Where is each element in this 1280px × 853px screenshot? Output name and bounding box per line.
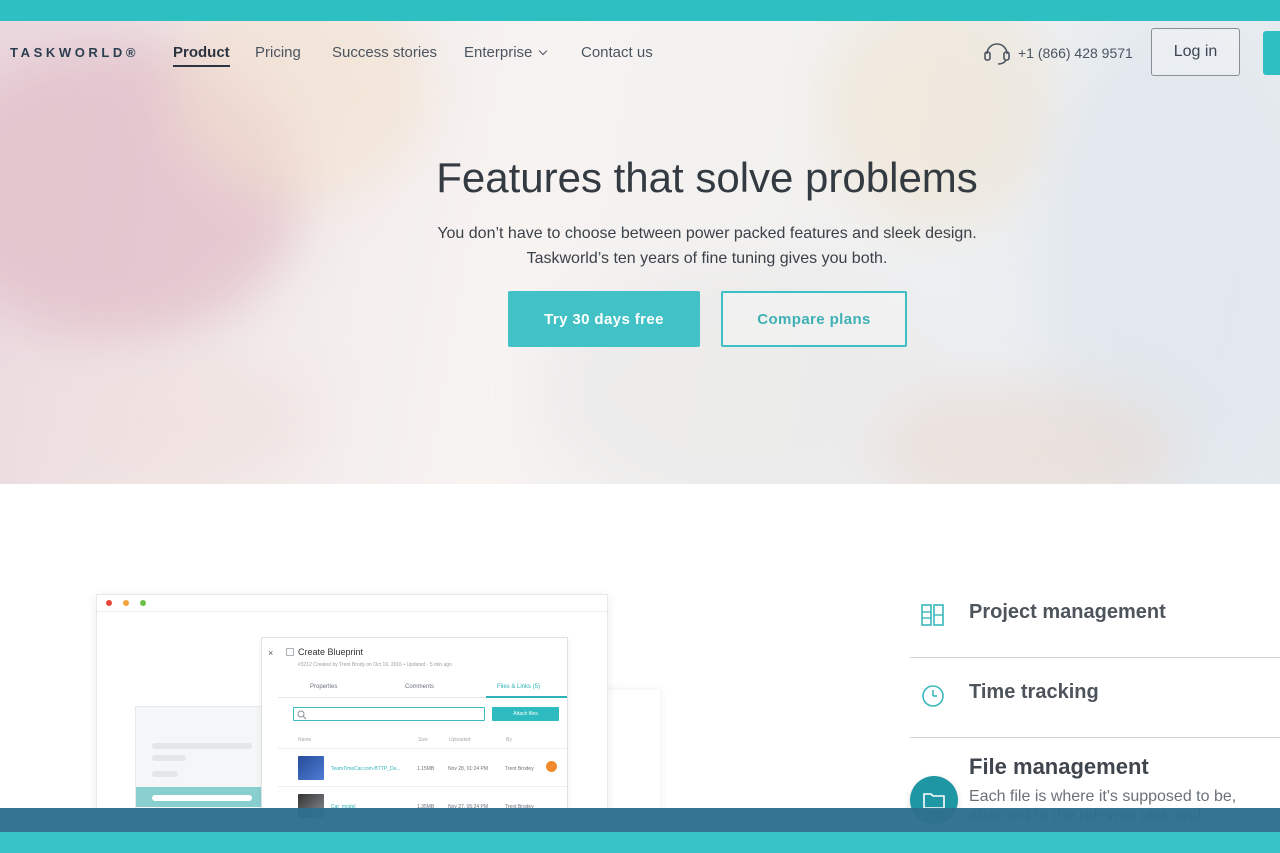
nav-item-pricing[interactable]: Pricing bbox=[255, 44, 301, 61]
hero-subtitle-line-2: Taskworld’s ten years of fine tuning giv… bbox=[526, 250, 888, 267]
headset-icon bbox=[984, 43, 1010, 65]
phone-contact[interactable]: +1 (866) 428 9571 bbox=[982, 40, 1133, 66]
nav-item-enterprise-label: Enterprise bbox=[464, 44, 533, 61]
board-icon bbox=[921, 604, 944, 626]
file-uploaded: Nov 28, 01:24 PM bbox=[448, 766, 489, 772]
phone-number: +1 (866) 428 9571 bbox=[1018, 45, 1133, 61]
mock-search-input bbox=[293, 707, 485, 721]
close-dot-icon bbox=[106, 600, 112, 606]
mock-tab-properties: Properties bbox=[310, 684, 338, 690]
hero-subtitle: You don’t have to choose between power p… bbox=[0, 221, 1280, 271]
mock-back-card bbox=[600, 690, 660, 820]
edit-badge-icon bbox=[546, 761, 557, 772]
mock-tab-files: Files & Links (5) bbox=[497, 684, 541, 690]
feature-divider bbox=[910, 737, 1280, 738]
clock-icon bbox=[922, 685, 944, 707]
close-icon: × bbox=[268, 648, 274, 658]
taskworld-logo[interactable]: TASKWORLD® bbox=[10, 45, 139, 60]
nav-item-contact-us[interactable]: Contact us bbox=[581, 44, 653, 61]
mock-task-title: Create Blueprint bbox=[298, 647, 364, 657]
hero-section: TASKWORLD® Product Pricing Success stori… bbox=[0, 21, 1280, 484]
task-checkbox bbox=[286, 648, 294, 656]
search-icon bbox=[297, 710, 307, 720]
file-name: TeamTimeCar.com-BTTP_De... bbox=[331, 766, 401, 772]
col-name: Name bbox=[298, 737, 312, 743]
mock-tabs: Properties Comments Files & Links (5) bbox=[278, 678, 567, 698]
try-free-button[interactable]: Try 30 days free bbox=[508, 291, 700, 347]
feature-file-management[interactable]: File management bbox=[969, 754, 1149, 780]
col-uploaded: Uploaded bbox=[449, 737, 471, 743]
col-size: Size bbox=[418, 737, 428, 743]
nav-item-product[interactable]: Product bbox=[173, 44, 230, 67]
nav-item-success-stories[interactable]: Success stories bbox=[332, 44, 437, 61]
maximize-dot-icon bbox=[140, 600, 146, 606]
file-thumbnail bbox=[298, 756, 324, 780]
folder-icon bbox=[923, 793, 945, 809]
mock-task-meta: #3212 Created by Trent Brody on Oct 19, … bbox=[298, 662, 452, 668]
mock-task-panel: × Create Blueprint #3212 Created by Tren… bbox=[261, 637, 568, 837]
hero-title: Features that solve problems bbox=[436, 154, 978, 201]
compare-plans-button[interactable]: Compare plans bbox=[721, 291, 907, 347]
top-accent-strip bbox=[0, 0, 1280, 21]
bottom-overlay-band bbox=[0, 808, 1280, 832]
mock-tab-comments: Comments bbox=[405, 684, 435, 690]
signup-button-partial[interactable] bbox=[1263, 31, 1280, 75]
nav-item-enterprise[interactable]: Enterprise bbox=[464, 44, 548, 61]
mock-file-row: TeamTimeCar.com-BTTP_De... 1.15MB Nov 28… bbox=[278, 748, 567, 786]
feature-time-tracking[interactable]: Time tracking bbox=[969, 681, 1099, 704]
minimize-dot-icon bbox=[123, 600, 129, 606]
mock-attach-button: Attach files bbox=[492, 707, 559, 721]
file-size: 1.15MB bbox=[417, 766, 435, 772]
feature-divider bbox=[910, 657, 1280, 658]
chevron-down-icon bbox=[539, 46, 548, 56]
mock-tab-underline bbox=[486, 696, 567, 698]
login-button[interactable]: Log in bbox=[1151, 28, 1240, 76]
hero-subtitle-line-1: You don’t have to choose between power p… bbox=[437, 225, 977, 242]
bottom-accent-strip bbox=[0, 832, 1280, 853]
mock-window-titlebar bbox=[97, 595, 607, 612]
col-by: By bbox=[506, 737, 512, 743]
feature-project-management[interactable]: Project management bbox=[969, 601, 1166, 624]
file-owner: Trent Brodey bbox=[505, 766, 534, 772]
